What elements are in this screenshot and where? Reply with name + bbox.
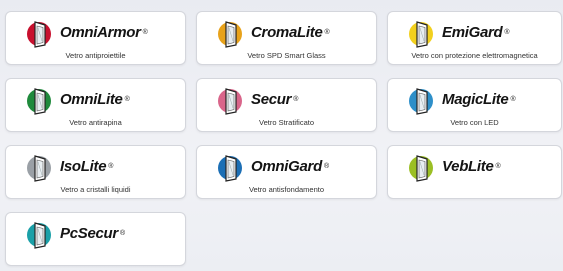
product-card-pcsecur[interactable]: PcSecur ® — [5, 212, 186, 266]
laminated-glass-icon — [217, 85, 245, 117]
product-card-emigard[interactable]: EmiGard ® Vetro con protezione elettromag… — [387, 11, 562, 65]
liquid-crystal-icon — [26, 152, 54, 184]
shield-door-icon — [26, 18, 54, 50]
product-caption: Vetro antiproiettile — [65, 51, 126, 60]
product-card-magiclite[interactable]: MagicLite ® Vetro con LED — [387, 78, 562, 132]
brand-name: OmniLite ® — [60, 91, 130, 108]
product-card-secur[interactable]: Secur ® Vetro Stratificato — [196, 78, 377, 132]
product-caption: Vetro antirapina — [69, 118, 122, 127]
vebelite-glass-icon — [408, 152, 436, 184]
product-card-omnilite[interactable]: OmniLite ® Vetro antirapina — [5, 78, 186, 132]
product-card-cromalite[interactable]: CromaLite ® Vetro SPD Smart Glass — [196, 11, 377, 65]
product-card-omniarmor[interactable]: OmniArmor ® Vetro antiproiettile — [5, 11, 186, 65]
product-caption: Vetro SPD Smart Glass — [247, 51, 326, 60]
brand-name: MagicLite ® — [442, 91, 516, 108]
brand-name: OmniGard ® — [251, 158, 329, 175]
product-card-isolite[interactable]: IsoLite ® Vetro a cristalli liquidi — [5, 145, 186, 199]
product-card-veblite[interactable]: VebLite ® — [387, 145, 562, 199]
emi-shield-icon — [408, 18, 436, 50]
shatterproof-icon — [217, 152, 245, 184]
product-card-omnigard[interactable]: OmniGard ® Vetro antisfondamento — [196, 145, 377, 199]
brand-name: OmniArmor ® — [60, 24, 148, 41]
brand-name: PcSecur ® — [60, 225, 125, 242]
product-caption: Vetro con protezione elettromagnetica — [411, 51, 538, 60]
product-caption: Vetro Stratificato — [258, 118, 315, 127]
anti-theft-icon — [26, 85, 54, 117]
brand-name: Secur ® — [251, 91, 299, 108]
product-caption: Vetro a cristalli liquidi — [60, 185, 131, 194]
product-caption: Vetro con LED — [450, 118, 499, 127]
brand-name: CromaLite ® — [251, 24, 330, 41]
product-caption: Vetro antisfondamento — [248, 185, 325, 194]
led-glass-icon — [408, 85, 436, 117]
brand-name: EmiGard ® — [442, 24, 510, 41]
pc-glass-icon — [26, 219, 54, 251]
brand-name: VebLite ® — [442, 158, 501, 175]
brand-name: IsoLite ® — [60, 158, 114, 175]
tinted-glass-icon — [217, 18, 245, 50]
